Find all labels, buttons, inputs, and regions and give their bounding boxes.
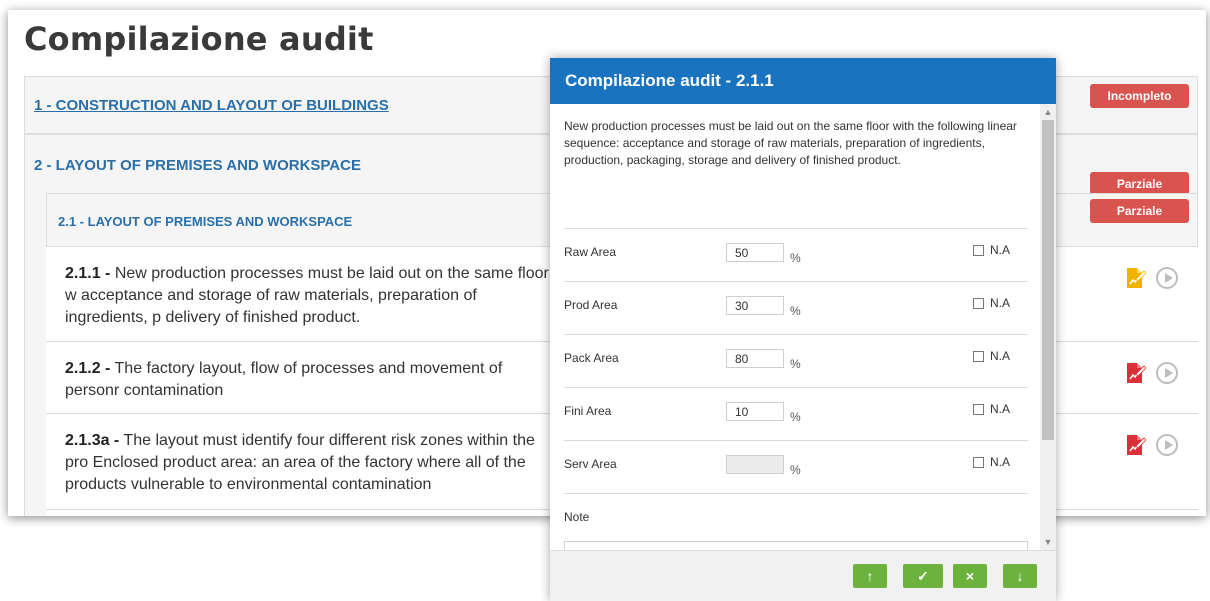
modal-scrollbar[interactable]: ▲ ▼: [1040, 104, 1056, 550]
play-icon[interactable]: [1156, 362, 1178, 384]
field-label: Fini Area: [564, 404, 612, 418]
edit-document-icon[interactable]: [1124, 362, 1146, 384]
na-label: N.A: [990, 296, 1011, 310]
section-1-title[interactable]: 1 - CONSTRUCTION AND LAYOUT OF BUILDINGS: [34, 97, 389, 114]
field-label: Serv Area: [564, 457, 617, 471]
na-toggle[interactable]: N.A: [973, 243, 1010, 257]
question-code: 2.1.3a -: [65, 432, 120, 449]
field-row-serv-area: Serv Area % N.A: [564, 440, 1028, 493]
na-toggle[interactable]: N.A: [973, 402, 1010, 416]
question-body: The layout must identify four different …: [65, 432, 535, 493]
field-label: Pack Area: [564, 351, 619, 365]
percent-unit: %: [790, 304, 801, 318]
modal-body: New production processes must be laid ou…: [550, 104, 1040, 550]
prod-area-input[interactable]: [726, 296, 784, 315]
percent-unit: %: [790, 410, 801, 424]
question-actions: [1124, 267, 1178, 289]
na-toggle[interactable]: N.A: [973, 455, 1010, 469]
question-text: 2.1.3a - The layout must identify four d…: [65, 430, 555, 496]
question-actions: [1124, 362, 1178, 384]
na-label: N.A: [990, 455, 1011, 469]
page-title: Compilazione audit: [24, 20, 374, 58]
fini-area-input[interactable]: [726, 402, 784, 421]
na-label: N.A: [990, 349, 1011, 363]
status-badge-subsection: Parziale: [1090, 199, 1189, 223]
na-checkbox[interactable]: [973, 403, 984, 415]
na-checkbox[interactable]: [973, 456, 984, 468]
question-text: 2.1.1 - New production processes must be…: [65, 263, 555, 329]
section-2-title[interactable]: 2 - LAYOUT OF PREMISES AND WORKSPACE: [34, 157, 361, 174]
edit-document-icon[interactable]: [1124, 267, 1146, 289]
question-code: 2.1.1 -: [65, 265, 111, 282]
na-toggle[interactable]: N.A: [973, 296, 1010, 310]
modal-header: Compilazione audit - 2.1.1: [550, 58, 1056, 104]
edit-document-icon[interactable]: [1124, 434, 1146, 456]
field-row-raw-area: Raw Area % N.A: [564, 228, 1028, 281]
percent-unit: %: [790, 251, 801, 265]
previous-button[interactable]: ↑: [853, 564, 887, 588]
question-body: The factory layout, flow of processes an…: [65, 360, 503, 399]
status-badge-section-1: Incompleto: [1090, 84, 1189, 108]
note-label: Note: [564, 510, 590, 524]
pack-area-input[interactable]: [726, 349, 784, 368]
na-label: N.A: [990, 402, 1011, 416]
field-label: Prod Area: [564, 298, 618, 312]
question-description: New production processes must be laid ou…: [564, 119, 1017, 167]
scroll-up-arrow-icon[interactable]: ▲: [1043, 107, 1053, 117]
percent-unit: %: [790, 463, 801, 477]
subsection-title[interactable]: 2.1 - LAYOUT OF PREMISES AND WORKSPACE: [58, 214, 352, 229]
divider: [564, 493, 1028, 494]
next-button[interactable]: ↓: [1003, 564, 1037, 588]
field-row-fini-area: Fini Area % N.A: [564, 387, 1028, 440]
question-actions: [1124, 434, 1178, 456]
audit-modal: Compilazione audit - 2.1.1 New productio…: [550, 58, 1056, 601]
question-text: 2.1.2 - The factory layout, flow of proc…: [65, 358, 555, 402]
scroll-down-arrow-icon[interactable]: ▼: [1043, 537, 1053, 547]
field-row-prod-area: Prod Area % N.A: [564, 281, 1028, 334]
na-checkbox[interactable]: [973, 297, 984, 309]
play-icon[interactable]: [1156, 267, 1178, 289]
serv-area-input[interactable]: [726, 455, 784, 474]
raw-area-input[interactable]: [726, 243, 784, 262]
question-code: 2.1.2 -: [65, 360, 111, 377]
modal-title: Compilazione audit - 2.1.1: [565, 71, 774, 90]
na-toggle[interactable]: N.A: [973, 349, 1010, 363]
field-row-pack-area: Pack Area % N.A: [564, 334, 1028, 387]
modal-footer: ↑ ✓ × ↓: [550, 550, 1056, 601]
percent-unit: %: [790, 357, 801, 371]
note-textarea[interactable]: [564, 541, 1028, 550]
scroll-thumb[interactable]: [1042, 120, 1054, 440]
cancel-button[interactable]: ×: [953, 564, 987, 588]
na-checkbox[interactable]: [973, 244, 984, 256]
na-checkbox[interactable]: [973, 350, 984, 362]
question-body: New production processes must be laid ou…: [65, 265, 549, 326]
na-label: N.A: [990, 243, 1011, 257]
confirm-button[interactable]: ✓: [903, 564, 943, 588]
field-label: Raw Area: [564, 245, 617, 259]
play-icon[interactable]: [1156, 434, 1178, 456]
